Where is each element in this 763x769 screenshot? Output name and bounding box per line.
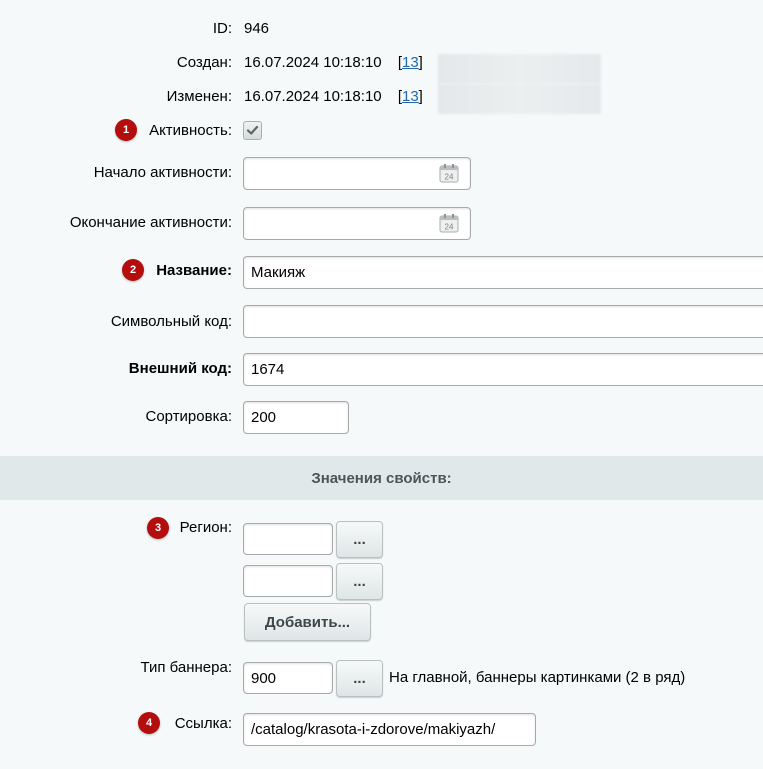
created-user-link[interactable]: 13 [402, 54, 419, 71]
svg-text:24: 24 [445, 223, 454, 232]
banner-type-value: 900 [251, 669, 277, 687]
link-label: Ссылка: [174, 715, 232, 732]
banner-type-description: На главной, баннеры картинками (2 в ряд) [389, 669, 686, 686]
modified-user-link[interactable]: 13 [402, 88, 419, 105]
badge-4: 4 [138, 712, 160, 734]
region-label: Регион: [179, 519, 232, 536]
created-row: 16.07.2024 10:18:10 [13] [244, 54, 423, 71]
xml-id-input[interactable]: 1674 [243, 353, 763, 386]
modified-label: Изменен: [166, 88, 232, 105]
modified-row: 16.07.2024 10:18:10 [13] [244, 88, 423, 105]
created-value: 16.07.2024 10:18:10 [244, 54, 382, 71]
region-input-2[interactable] [243, 565, 333, 597]
modified-value: 16.07.2024 10:18:10 [244, 88, 382, 105]
properties-section-header: Значения свойств: [0, 456, 763, 500]
code-input[interactable] [243, 305, 763, 338]
start-date-input[interactable] [243, 157, 471, 190]
link-value: /catalog/krasota-i-zdorove/makiyazh/ [251, 721, 496, 738]
created-user-name-redacted [438, 54, 601, 84]
xml-id-label: Внешний код: [128, 360, 232, 377]
start-label: Начало активности: [93, 164, 232, 181]
xml-id-value: 1674 [251, 361, 285, 378]
end-date-input[interactable] [243, 207, 471, 240]
banner-type-label: Тип баннера: [140, 659, 232, 676]
region-browse-button-1[interactable]: ... [336, 521, 383, 558]
calendar-icon[interactable]: 24 [439, 163, 459, 187]
region-input-1[interactable] [243, 523, 333, 555]
link-input[interactable]: /catalog/krasota-i-zdorove/makiyazh/ [243, 713, 536, 746]
active-checkbox[interactable] [243, 121, 262, 140]
badge-3: 3 [147, 517, 169, 539]
badge-1: 1 [115, 119, 137, 141]
banner-type-browse-button[interactable]: ... [336, 660, 383, 697]
name-input[interactable]: Макияж [243, 256, 763, 289]
region-browse-button-2[interactable]: ... [336, 563, 383, 600]
code-label: Символьный код: [110, 313, 232, 330]
svg-text:24: 24 [445, 173, 454, 182]
name-value: Макияж [251, 264, 306, 281]
name-label: Название: [156, 262, 232, 279]
calendar-icon[interactable]: 24 [439, 213, 459, 237]
sort-label: Сортировка: [145, 408, 233, 425]
checkmark-icon [246, 125, 259, 135]
modified-user-name-redacted [438, 84, 601, 114]
id-value: 946 [244, 20, 270, 37]
active-label: Активность: [149, 122, 232, 139]
id-label: ID: [212, 20, 232, 37]
modified-bracket-close: ] [418, 88, 423, 105]
created-bracket-close: ] [418, 54, 423, 71]
add-region-button[interactable]: Добавить... [244, 603, 371, 641]
created-label: Создан: [176, 54, 232, 71]
banner-type-input[interactable]: 900 [243, 662, 333, 694]
sort-value: 200 [251, 409, 277, 426]
end-label: Окончание активности: [69, 214, 232, 231]
sort-input[interactable]: 200 [243, 401, 349, 434]
badge-2: 2 [122, 259, 144, 281]
